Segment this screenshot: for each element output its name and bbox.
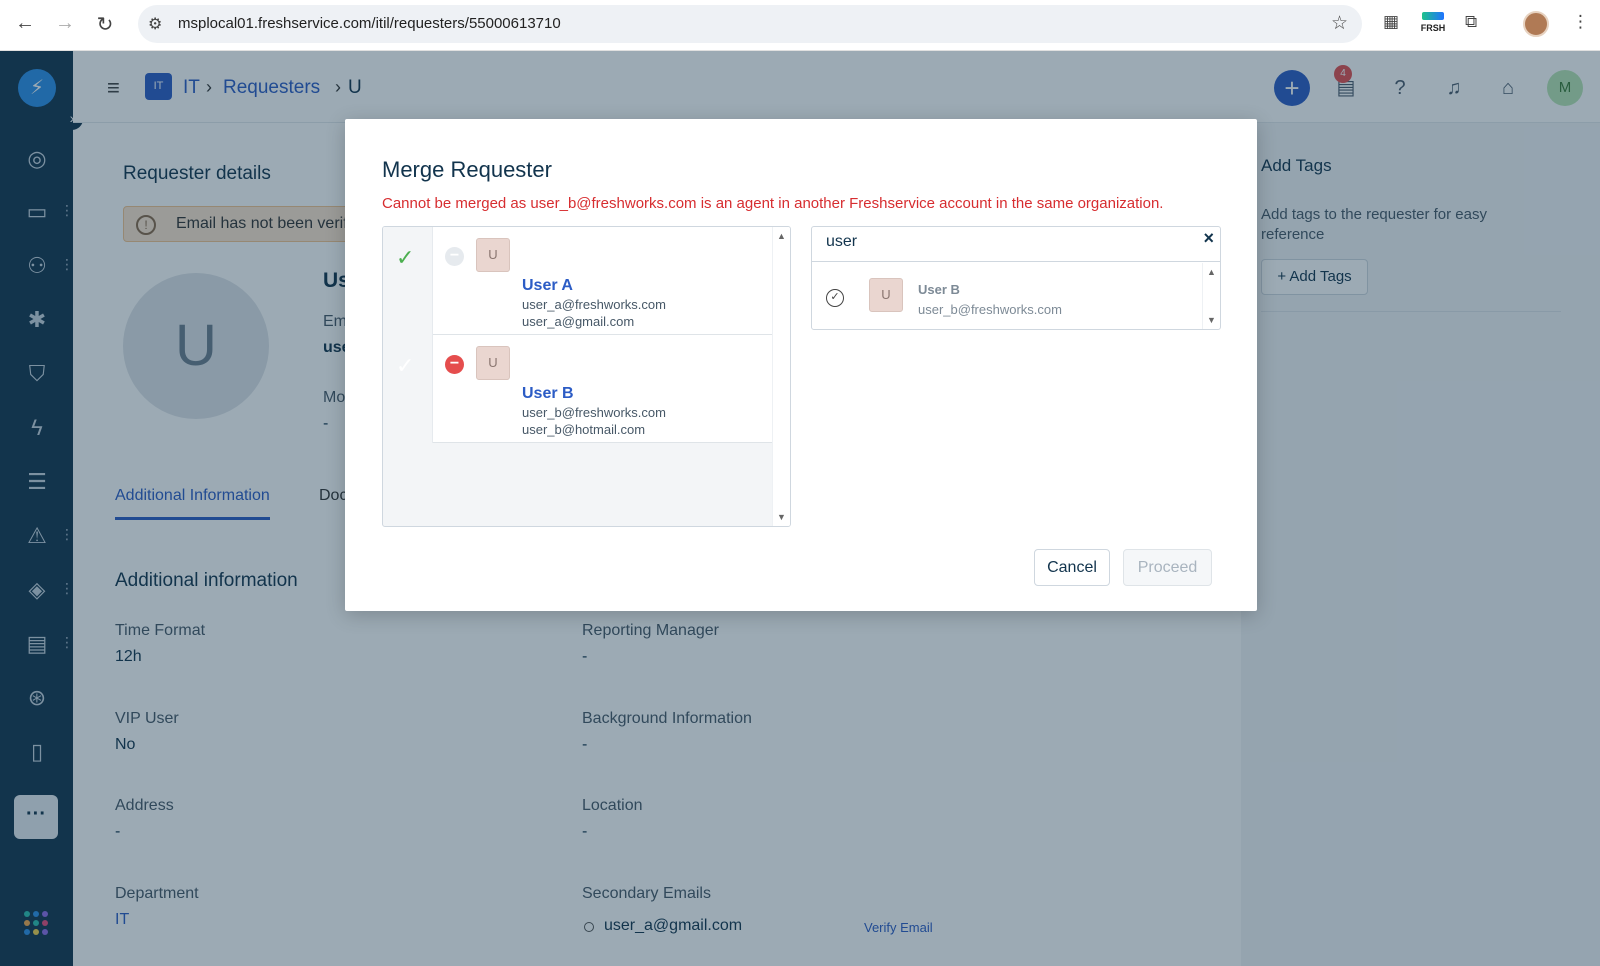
scroll-down-icon[interactable]: ▼ [1207, 315, 1216, 325]
requester-search-box: user × ✓ U User B user_b@freshworks.com … [811, 226, 1221, 330]
check-icon[interactable]: ✓ [396, 353, 414, 379]
user-email: user_b@freshworks.com [522, 405, 666, 420]
remove-icon: − [445, 247, 464, 266]
user-email: user_a@freshworks.com [522, 297, 666, 312]
url-text[interactable]: msplocal01.freshservice.com/itil/request… [178, 15, 561, 32]
merge-error-message: Cannot be merged as user_b@freshworks.co… [382, 195, 1164, 212]
browser-toolbar: ← → ↻ ⚙ msplocal01.freshservice.com/itil… [0, 0, 1600, 51]
user-thumbnail: U [476, 238, 510, 272]
browser-profile-avatar[interactable] [1523, 11, 1549, 37]
back-icon[interactable]: ← [13, 12, 37, 35]
qr-extension-icon[interactable]: ▦ [1383, 12, 1399, 32]
bookmark-star-icon[interactable]: ☆ [1331, 12, 1348, 35]
frsh-extension-icon[interactable]: FRSH [1418, 10, 1448, 38]
result-name: User B [918, 282, 960, 297]
scroll-up-icon[interactable]: ▲ [777, 231, 786, 241]
list-item: ✓ − U User A user_a@freshworks.com user_… [383, 227, 774, 335]
browser-menu-icon[interactable]: ⋮ [1572, 12, 1589, 32]
scroll-down-icon[interactable]: ▼ [777, 512, 786, 522]
cancel-button[interactable]: Cancel [1034, 549, 1110, 586]
frsh-extension-label: FRSH [1420, 23, 1446, 33]
user-email: user_b@hotmail.com [522, 422, 646, 437]
forward-icon[interactable]: → [53, 12, 77, 35]
user-thumbnail: U [869, 278, 903, 312]
user-thumbnail: U [476, 346, 510, 380]
list-scrollbar[interactable]: ▲ ▼ [772, 227, 790, 526]
result-check-icon[interactable]: ✓ [826, 289, 844, 307]
results-scrollbar[interactable]: ▲ ▼ [1202, 263, 1220, 329]
reload-icon[interactable]: ↻ [93, 12, 117, 37]
dialog-title: Merge Requester [382, 157, 552, 182]
app-root: ⚡ ◎ ▭ ⋮ ⚇ ⋮ ✱ ⛉ ϟ ☰ ⚠ ⋮ ◈ ⋮ ▤ ⋮ ⊛ ▯ ··· … [0, 51, 1600, 966]
user-name: User B [522, 385, 574, 402]
proceed-button[interactable]: Proceed [1123, 549, 1212, 586]
primary-check-icon[interactable]: ✓ [396, 245, 414, 271]
search-result-item[interactable]: ✓ U User B user_b@freshworks.com [812, 263, 1202, 329]
address-bar[interactable]: ⚙ msplocal01.freshservice.com/itil/reque… [138, 5, 1362, 43]
clear-search-icon[interactable]: × [1203, 228, 1214, 249]
selected-requesters-list: ✓ − U User A user_a@freshworks.com user_… [382, 226, 791, 527]
user-name: User A [522, 277, 573, 294]
scroll-up-icon[interactable]: ▲ [1207, 267, 1216, 277]
user-email: user_a@gmail.com [522, 314, 635, 329]
search-input[interactable]: user [812, 227, 1220, 262]
site-settings-icon[interactable]: ⚙ [148, 14, 162, 34]
list-item: ✓ − U User B user_b@freshworks.com user_… [383, 335, 774, 443]
result-email: user_b@freshworks.com [918, 302, 1062, 317]
primary-select-cell[interactable]: ✓ [383, 335, 433, 443]
merge-requester-dialog: Merge Requester Cannot be merged as user… [345, 119, 1257, 611]
remove-user-icon[interactable]: − [445, 355, 464, 374]
primary-select-cell[interactable]: ✓ [383, 227, 433, 335]
extensions-puzzle-icon[interactable]: ⧉ [1465, 12, 1477, 32]
